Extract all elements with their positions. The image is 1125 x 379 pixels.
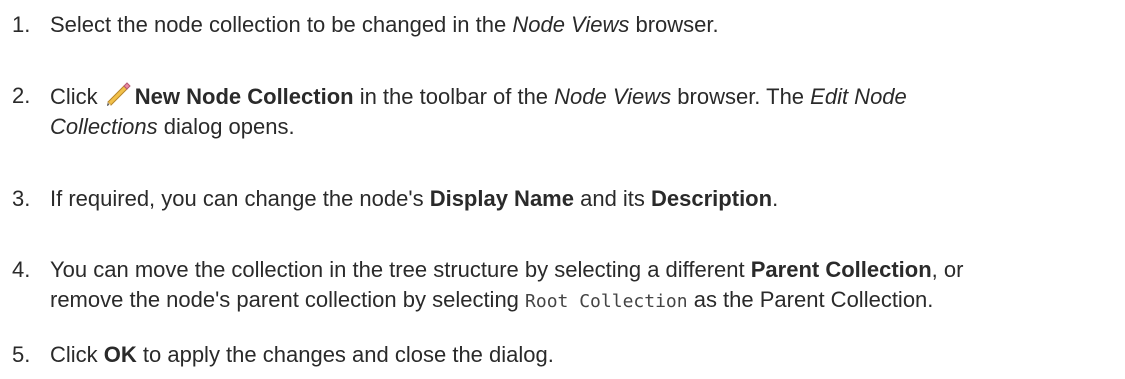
step-number: 5. [12,342,31,367]
step-text: Click New Node Collection in the toolbar… [50,81,1110,142]
root-collection-code: Root Collection [525,291,688,312]
step-number: 3. [12,186,31,211]
new-node-collection-label: New Node Collection [134,84,354,109]
step-text: If required, you can change the node's D… [50,186,779,211]
step-number: 2. [12,83,31,108]
ok-label: OK [103,342,137,367]
display-name-label: Display Name [429,186,574,211]
step-text: Select the node collection to be changed… [50,12,719,37]
step-number: 1. [12,12,31,37]
step-text: Click OK to apply the changes and close … [50,342,554,367]
pencil-icon [105,81,133,107]
step-text: You can move the collection in the tree … [50,257,964,312]
node-views-ref: Node Views [512,12,630,37]
parent-collection-label: Parent Collection [750,257,932,282]
step-number: 4. [12,257,31,282]
description-label: Description [651,186,773,211]
